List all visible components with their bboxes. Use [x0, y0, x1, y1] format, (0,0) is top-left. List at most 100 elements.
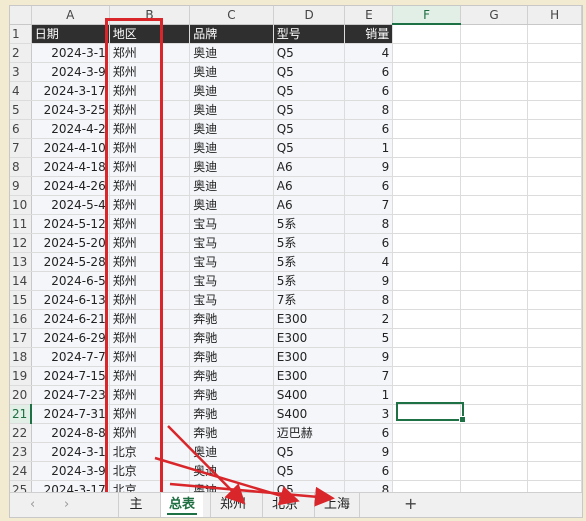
- tab-next-icon[interactable]: ›: [64, 497, 69, 512]
- cell-empty[interactable]: [460, 195, 529, 215]
- tab-prev-icon[interactable]: ‹: [30, 497, 35, 512]
- cell-model[interactable]: S400: [273, 404, 346, 424]
- cell-empty[interactable]: [460, 214, 529, 234]
- cell-brand[interactable]: 奥迪: [189, 138, 274, 158]
- row-header[interactable]: 9: [10, 176, 32, 196]
- cell-empty[interactable]: [527, 214, 582, 234]
- cell-header-model[interactable]: 型号: [273, 24, 346, 44]
- row-header[interactable]: 24: [10, 461, 32, 481]
- cell-header-brand[interactable]: 品牌: [189, 24, 274, 44]
- cell-date[interactable]: 2024-8-8: [31, 423, 110, 443]
- row-header[interactable]: 3: [10, 62, 32, 82]
- cell-empty[interactable]: [527, 195, 582, 215]
- cell-model[interactable]: 5系: [273, 271, 346, 291]
- cell-empty[interactable]: [460, 385, 529, 405]
- cell-empty[interactable]: [460, 24, 529, 44]
- cell-brand[interactable]: 奔驰: [189, 423, 274, 443]
- cell-empty[interactable]: [460, 347, 529, 367]
- cell-empty[interactable]: [392, 461, 461, 481]
- cell-date[interactable]: 2024-5-28: [31, 252, 110, 272]
- cell-empty[interactable]: [392, 62, 461, 82]
- cell-brand[interactable]: 奔驰: [189, 385, 274, 405]
- column-header-d[interactable]: D: [273, 6, 346, 25]
- cell-empty[interactable]: [527, 233, 582, 253]
- cell-sales[interactable]: 2: [344, 309, 394, 329]
- cell-empty[interactable]: [527, 176, 582, 196]
- cell-sales[interactable]: 9: [344, 271, 394, 291]
- cell-model[interactable]: A6: [273, 176, 346, 196]
- cell-empty[interactable]: [527, 442, 582, 462]
- cell-empty[interactable]: [460, 252, 529, 272]
- cell-brand[interactable]: 奥迪: [189, 195, 274, 215]
- row-header[interactable]: 5: [10, 100, 32, 120]
- cell-empty[interactable]: [460, 271, 529, 291]
- cell-empty[interactable]: [460, 176, 529, 196]
- cell-date[interactable]: 2024-5-4: [31, 195, 110, 215]
- cell-brand[interactable]: 奥迪: [189, 157, 274, 177]
- cell-sales[interactable]: 6: [344, 176, 394, 196]
- cell-sales[interactable]: 9: [344, 442, 394, 462]
- cell-brand[interactable]: 奥迪: [189, 62, 274, 82]
- cell-empty[interactable]: [527, 404, 582, 424]
- cell-empty[interactable]: [392, 138, 461, 158]
- cell-empty[interactable]: [527, 423, 582, 443]
- cell-model[interactable]: E300: [273, 309, 346, 329]
- row-header[interactable]: 21: [10, 404, 33, 424]
- cell-brand[interactable]: 奥迪: [189, 442, 274, 462]
- cell-sales[interactable]: 4: [344, 43, 394, 63]
- column-header-f[interactable]: F: [392, 6, 461, 25]
- cell-empty[interactable]: [460, 423, 529, 443]
- cell-sales[interactable]: 6: [344, 461, 394, 481]
- cell-brand[interactable]: 奔驰: [189, 366, 274, 386]
- cell-date[interactable]: 2024-3-17: [31, 81, 110, 101]
- cell-sales[interactable]: 6: [344, 423, 394, 443]
- cell-brand[interactable]: 奔驰: [189, 328, 274, 348]
- select-all-corner[interactable]: [10, 6, 32, 25]
- cell-model[interactable]: Q5: [273, 442, 346, 462]
- cell-empty[interactable]: [460, 461, 529, 481]
- cell-date[interactable]: 2024-5-12: [31, 214, 110, 234]
- cell-model[interactable]: A6: [273, 157, 346, 177]
- cell-date[interactable]: 2024-3-1: [31, 43, 110, 63]
- cell-model[interactable]: Q5: [273, 62, 346, 82]
- row-header[interactable]: 15: [10, 290, 32, 310]
- cell-empty[interactable]: [527, 81, 582, 101]
- cell-model[interactable]: A6: [273, 195, 346, 215]
- cell-sales[interactable]: 5: [344, 328, 394, 348]
- cell-empty[interactable]: [527, 290, 582, 310]
- cell-empty[interactable]: [527, 24, 582, 44]
- cell-header-date[interactable]: 日期: [31, 24, 110, 44]
- cell-empty[interactable]: [460, 81, 529, 101]
- cell-brand[interactable]: 奔驰: [189, 309, 274, 329]
- cell-empty[interactable]: [527, 347, 582, 367]
- column-header-h[interactable]: H: [527, 6, 582, 25]
- add-sheet-icon[interactable]: +: [404, 494, 417, 513]
- cell-sales[interactable]: 9: [344, 157, 394, 177]
- cell-empty[interactable]: [392, 442, 461, 462]
- cell-empty[interactable]: [392, 100, 461, 120]
- cell-header-sales[interactable]: 销量: [344, 24, 394, 44]
- cell-model[interactable]: E300: [273, 366, 346, 386]
- active-cell-f21[interactable]: [396, 402, 466, 423]
- cell-date[interactable]: 2024-6-13: [31, 290, 110, 310]
- tab-total[interactable]: 总表: [160, 493, 203, 517]
- row-header[interactable]: 4: [10, 81, 32, 101]
- row-header[interactable]: 12: [10, 233, 32, 253]
- cell-empty[interactable]: [460, 290, 529, 310]
- cell-empty[interactable]: [460, 366, 529, 386]
- cell-empty[interactable]: [392, 271, 461, 291]
- cell-brand[interactable]: 奔驰: [189, 404, 274, 424]
- cell-model[interactable]: Q5: [273, 81, 346, 101]
- column-header-e[interactable]: E: [344, 6, 394, 25]
- cell-sales[interactable]: 7: [344, 195, 394, 215]
- cell-brand[interactable]: 宝马: [189, 271, 274, 291]
- cell-date[interactable]: 2024-7-7: [31, 347, 110, 367]
- cell-empty[interactable]: [460, 328, 529, 348]
- row-header[interactable]: 22: [10, 423, 32, 443]
- cell-model[interactable]: Q5: [273, 43, 346, 63]
- row-header[interactable]: 6: [10, 119, 32, 139]
- cell-empty[interactable]: [460, 138, 529, 158]
- cell-sales[interactable]: 4: [344, 252, 394, 272]
- cell-sales[interactable]: 7: [344, 366, 394, 386]
- row-header[interactable]: 8: [10, 157, 32, 177]
